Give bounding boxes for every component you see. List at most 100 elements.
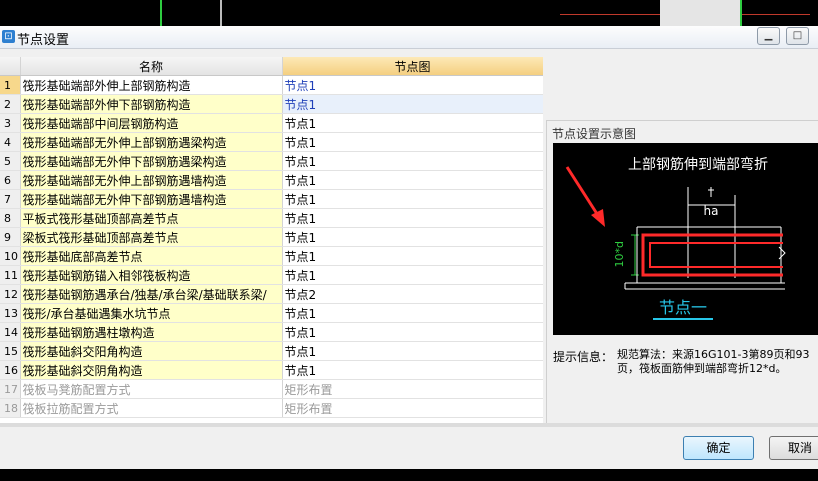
table-row[interactable]: 6 筏形基础端部无外伸上部钢筋遇墙构造 节点1 xyxy=(0,170,543,190)
row-node-value[interactable]: 节点2 xyxy=(282,284,543,304)
ok-button[interactable]: 确定 xyxy=(683,436,754,460)
row-number: 11 xyxy=(0,265,21,285)
table-row[interactable]: 4 筏形基础端部无外伸上部钢筋遇梁构造 节点1 xyxy=(0,132,543,152)
table-row[interactable]: 17 筏板马凳筋配置方式 矩形布置 xyxy=(0,379,543,399)
node-diagram-svg: 上部钢筋伸到端部弯折 10*d ha 节点一 xyxy=(565,156,786,320)
row-number: 13 xyxy=(0,303,21,323)
row-node-value[interactable]: 节点1 xyxy=(282,132,543,152)
horizontal-scrollbar[interactable] xyxy=(0,423,818,427)
row-node-value[interactable]: 节点1 xyxy=(282,246,543,266)
row-name[interactable]: 筏形基础斜交阳角构造 xyxy=(20,341,283,361)
row-node-value[interactable]: 节点1 xyxy=(282,189,543,209)
row-name[interactable]: 筏形基础钢筋锚入相邻筏板构造 xyxy=(20,265,283,285)
dim-10d-label: 10*d xyxy=(613,241,626,267)
dim-ha-label: ha xyxy=(704,204,719,218)
node-caption: 节点一 xyxy=(659,298,707,317)
table-row[interactable]: 2 筏形基础端部外伸下部钢筋构造 节点1 xyxy=(0,94,543,114)
row-node-value[interactable]: 矩形布置 xyxy=(282,398,543,418)
row-node-value[interactable]: 节点1 xyxy=(282,170,543,190)
hint-text: 规范算法：来源16G101-3第89页和93页，筏板面筋伸到端部弯折12*d。 xyxy=(617,348,810,375)
node-settings-table[interactable]: 名称 节点图 1 筏形基础端部外伸上部钢筋构造 节点1 2 筏形基础端部外伸下部钢筋构… xyxy=(0,57,543,423)
table-row[interactable]: 1 筏形基础端部外伸上部钢筋构造 节点1 xyxy=(0,75,543,95)
row-name[interactable]: 平板式筏形基础顶部高差节点 xyxy=(20,208,283,228)
row-node-value[interactable]: 节点1 xyxy=(282,151,543,171)
header-name[interactable]: 名称 xyxy=(20,57,283,76)
row-name[interactable]: 筏板拉筋配置方式 xyxy=(20,398,283,418)
hint-label: 提示信息： xyxy=(553,350,614,364)
table-row[interactable]: 3 筏形基础端部中间层钢筋构造 节点1 xyxy=(0,113,543,133)
row-node-value[interactable]: 节点1 xyxy=(282,113,543,133)
cad-background-bottom xyxy=(0,469,818,481)
table-row[interactable]: 9 梁板式筏形基础顶部高差节点 节点1 xyxy=(0,227,543,247)
dialog-title: 节点设置 xyxy=(17,33,70,48)
row-name[interactable]: 筏形基础端部外伸下部钢筋构造 xyxy=(20,94,283,114)
row-number: 1 xyxy=(0,75,21,95)
row-number: 10 xyxy=(0,246,21,266)
row-name[interactable]: 梁板式筏形基础顶部高差节点 xyxy=(20,227,283,247)
maximize-icon: □ xyxy=(792,30,803,41)
maximize-button[interactable]: □ xyxy=(786,27,809,45)
table-row[interactable]: 5 筏形基础端部无外伸下部钢筋遇梁构造 节点1 xyxy=(0,151,543,171)
red-arrow-icon xyxy=(565,166,605,227)
row-number: 15 xyxy=(0,341,21,361)
row-number: 7 xyxy=(0,189,21,209)
app-icon: ⊡ xyxy=(2,30,15,43)
preview-group-title: 节点设置示意图 xyxy=(552,127,637,141)
row-name[interactable]: 筏形基础端部无外伸上部钢筋遇梁构造 xyxy=(20,132,283,152)
cancel-button[interactable]: 取消 xyxy=(769,436,818,460)
row-number: 14 xyxy=(0,322,21,342)
minimize-icon: ▁ xyxy=(764,30,773,41)
row-number: 6 xyxy=(0,170,21,190)
row-node-value[interactable]: 节点1 xyxy=(282,265,543,285)
row-node-value[interactable]: 矩形布置 xyxy=(282,379,543,399)
table-row[interactable]: 13 筏形/承台基础遇集水坑节点 节点1 xyxy=(0,303,543,323)
row-number: 12 xyxy=(0,284,21,304)
row-number: 18 xyxy=(0,398,21,418)
diagram-title: 上部钢筋伸到端部弯折 xyxy=(628,156,768,173)
header-node-diagram[interactable]: 节点图 xyxy=(282,57,543,76)
row-name[interactable]: 筏形基础端部无外伸下部钢筋遇墙构造 xyxy=(20,189,283,209)
table-row[interactable]: 12 筏形基础钢筋遇承台/独基/承台梁/基础联系梁/节点2 xyxy=(0,284,543,304)
minimize-button[interactable]: ▁ xyxy=(757,27,780,45)
row-number: 16 xyxy=(0,360,21,380)
row-name[interactable]: 筏形基础端部无外伸下部钢筋遇梁构造 xyxy=(20,151,283,171)
dialog-titlebar[interactable]: ⊡ 节点设置 ▁ □ xyxy=(0,26,818,49)
row-name[interactable]: 筏形基础端部中间层钢筋构造 xyxy=(20,113,283,133)
table-row[interactable]: 7 筏形基础端部无外伸下部钢筋遇墙构造 节点1 xyxy=(0,189,543,209)
table-row[interactable]: 16 筏形基础斜交阴角构造 节点1 xyxy=(0,360,543,380)
node-preview-group: 节点设置示意图 上部钢筋伸到端部弯折 10*d ha 节点一 提示信息： 规范算… xyxy=(546,120,818,424)
table-row[interactable]: 11 筏形基础钢筋锚入相邻筏板构造 节点1 xyxy=(0,265,543,285)
rebar-inner-line xyxy=(649,242,783,268)
table-row[interactable]: 15 筏形基础斜交阳角构造 节点1 xyxy=(0,341,543,361)
row-number: 8 xyxy=(0,208,21,228)
row-node-value[interactable]: 节点1 xyxy=(282,360,543,380)
table-row[interactable]: 14 筏形基础钢筋遇柱墩构造 节点1 xyxy=(0,322,543,342)
row-node-value[interactable]: 节点1 xyxy=(282,227,543,247)
rebar-top-line xyxy=(641,233,783,277)
row-node-value[interactable]: 节点1 xyxy=(282,94,543,114)
table-header-row: 名称 节点图 xyxy=(0,57,543,76)
row-node-value[interactable]: 节点1 xyxy=(282,341,543,361)
row-node-value[interactable]: 节点1 xyxy=(282,303,543,323)
row-name[interactable]: 筏形基础端部无外伸上部钢筋遇墙构造 xyxy=(20,170,283,190)
row-node-value[interactable]: 节点1 xyxy=(282,208,543,228)
table-row[interactable]: 10 筏形基础底部高差节点 节点1 xyxy=(0,246,543,266)
row-name[interactable]: 筏形基础斜交阴角构造 xyxy=(20,360,283,380)
row-number: 17 xyxy=(0,379,21,399)
row-number: 5 xyxy=(0,151,21,171)
cad-background-top xyxy=(0,0,818,26)
row-name[interactable]: 筏板马凳筋配置方式 xyxy=(20,379,283,399)
row-name[interactable]: 筏形/承台基础遇集水坑节点 xyxy=(20,303,283,323)
row-number: 2 xyxy=(0,94,21,114)
row-name[interactable]: 筏形基础端部外伸上部钢筋构造 xyxy=(20,75,283,95)
node-diagram: 上部钢筋伸到端部弯折 10*d ha 节点一 xyxy=(553,143,818,335)
row-node-value[interactable]: 节点1 xyxy=(282,75,543,95)
row-name[interactable]: 筏形基础钢筋遇承台/独基/承台梁/基础联系梁/ xyxy=(20,284,283,304)
row-node-value[interactable]: 节点1 xyxy=(282,322,543,342)
row-name[interactable]: 筏形基础底部高差节点 xyxy=(20,246,283,266)
row-number: 3 xyxy=(0,113,21,133)
table-row[interactable]: 18 筏板拉筋配置方式 矩形布置 xyxy=(0,398,543,418)
table-row[interactable]: 8 平板式筏形基础顶部高差节点 节点1 xyxy=(0,208,543,228)
row-name[interactable]: 筏形基础钢筋遇柱墩构造 xyxy=(20,322,283,342)
header-num xyxy=(0,57,21,76)
